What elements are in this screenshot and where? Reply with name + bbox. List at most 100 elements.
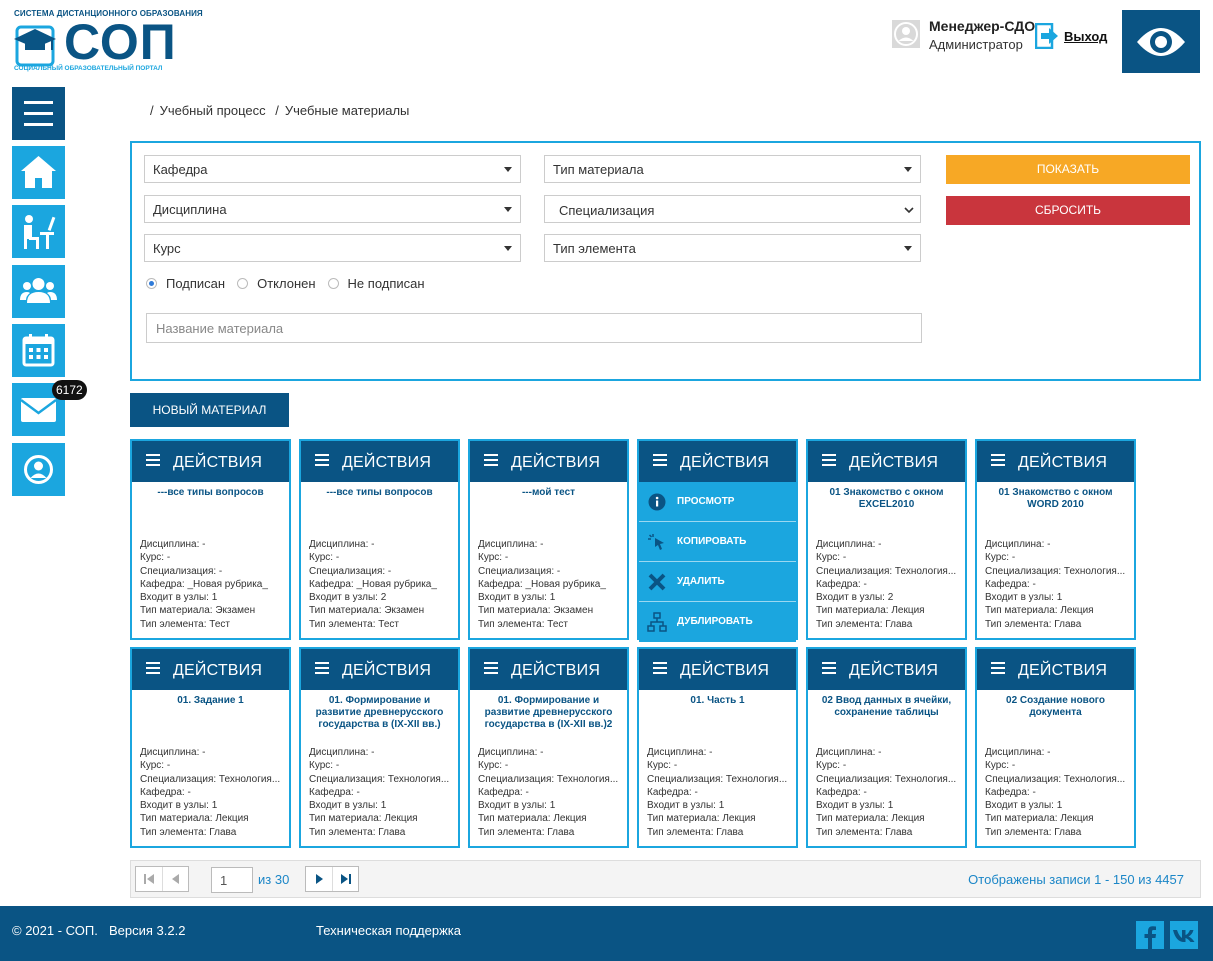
logo[interactable]: СИСТЕМА ДИСТАНЦИОННОГО ОБРАЗОВАНИЯ СОП С… [12,8,203,74]
vk-icon[interactable] [1170,921,1198,949]
card-info-line: Входит в узлы: 1 [478,592,556,604]
card-info-line: Специализация: - [140,565,223,577]
material-card[interactable]: ДЕЙСТВИЯ 01. Формирование и развитие древ… [468,647,629,848]
discipline-select[interactable]: Дисциплина [144,195,521,223]
card-title[interactable]: 02 Ввод данных в ячейки, сохранение табл… [808,690,965,745]
material-card[interactable]: ДЕЙСТВИЯ ПРОСМОТР КОПИРОВАТЬ УДАЛИТЬ ДУБЛИРО… [637,439,798,642]
material-card[interactable]: ДЕЙСТВИЯ ---мой тест Дисциплина: - Курс: -С… [468,439,629,640]
exit-icon[interactable] [1035,23,1059,49]
card-info-line: Дисциплина: - [478,747,544,758]
material-card[interactable]: ДЕЙСТВИЯ 01. Часть 1 Дисциплина: - Курс: -С… [637,647,798,848]
card-info: Дисциплина: - Курс: - Специализация: Техно… [478,746,621,839]
card-info-line: Входит в узлы: 2 [309,592,387,604]
material-card[interactable]: ДЕЙСТВИЯ 01. Формирование и развитие древ… [299,647,460,848]
sidebar-item-learning[interactable] [12,205,65,258]
last-page-button[interactable] [332,867,358,891]
radio-rejected[interactable] [237,278,249,289]
sidebar-item-calendar[interactable] [12,324,65,377]
prev-page-icon [172,874,179,884]
card-info-line: Входит в узлы: 1 [478,800,556,812]
caret-down-icon [504,207,512,212]
card-info-line: Тип материала: Лекция [478,813,587,825]
material-card[interactable]: ДЕЙСТВИЯ 01. Задание 1 Дисциплина: - Курс: … [130,647,291,848]
reset-button[interactable]: СБРОСИТЬ [946,196,1190,225]
card-info-line: Специализация: Технология... [140,773,281,785]
avatar [892,20,920,48]
material-card[interactable]: ДЕЙСТВИЯ 02 Ввод данных в ячейки, сохране… [806,647,967,848]
card-title[interactable]: 01 Знакомство с окном WORD 2010 [977,482,1134,537]
first-page-button[interactable] [136,867,162,891]
card-info: Дисциплина: - Курс: - Специализация: Техно… [647,746,790,839]
card-actions-button[interactable]: ДЕЙСТВИЯ [470,441,627,482]
page-number-input[interactable]: 1 [211,867,253,893]
card-info-line: Тип элемента: Глава [478,826,575,838]
card-actions-button[interactable]: ДЕЙСТВИЯ [977,649,1134,690]
card-title[interactable]: 02 Создание нового документа [977,690,1134,745]
material-card[interactable]: ДЕЙСТВИЯ 01 Знакомство с окном EXCEL2010 Д… [806,439,967,640]
specialization-select[interactable]: Специализация [544,195,921,223]
card-info-line: Курс: - [816,760,847,772]
card-info-line: Дисциплина: - [985,747,1051,758]
new-material-button[interactable]: НОВЫЙ МАТЕРИАЛ [130,393,289,427]
hamburger-icon [315,662,329,674]
card-title[interactable]: ---все типы вопросов [301,482,458,537]
card-info-line: Кафедра: - [478,786,529,798]
status-radio-group: Подписан Отклонен Не подписан [146,276,437,291]
element-type-select[interactable]: Тип элемента [544,234,921,262]
card-info-line: Курс: - [309,552,340,564]
breadcrumb-item[interactable]: Учебный процесс [160,103,266,118]
filter-panel: Кафедра Тип материала Дисциплина Специал… [130,141,1201,381]
card-actions-button[interactable]: ДЕЙСТВИЯ [639,441,796,482]
material-card[interactable]: ДЕЙСТВИЯ 02 Создание нового документа Дисц… [975,647,1136,848]
card-title[interactable]: ---все типы вопросов [132,482,289,537]
card-title[interactable]: 01. Часть 1 [639,690,796,745]
card-actions-button[interactable]: ДЕЙСТВИЯ [132,649,289,690]
prev-page-button[interactable] [162,867,188,891]
card-title[interactable]: 01. Формирование и развитие древнерусско… [301,690,458,745]
eye-button[interactable] [1122,10,1200,73]
radio-signed[interactable] [146,278,157,289]
card-actions-button[interactable]: ДЕЙСТВИЯ [639,649,796,690]
card-actions-button[interactable]: ДЕЙСТВИЯ [301,649,458,690]
action-menu-item[interactable]: ДУБЛИРОВАТЬ [639,602,796,642]
card-actions-button[interactable]: ДЕЙСТВИЯ [977,441,1134,482]
support-link[interactable]: Техническая поддержка [316,923,461,938]
action-menu-item[interactable]: ПРОСМОТР [639,482,796,522]
course-select[interactable]: Курс [144,234,521,262]
card-info-line: Входит в узлы: 1 [985,800,1063,812]
sidebar-item-users[interactable] [12,265,65,318]
card-info-line: Тип материала: Лекция [140,813,249,825]
card-title[interactable]: 01. Формирование и развитие древнерусско… [470,690,627,745]
breadcrumb: / Учебный процесс / Учебные материалы [150,103,410,118]
card-title[interactable]: 01. Задание 1 [132,690,289,745]
material-card[interactable]: ДЕЙСТВИЯ ---все типы вопросов Дисциплина: … [130,439,291,640]
action-menu-item[interactable]: КОПИРОВАТЬ [639,522,796,562]
sidebar-menu-button[interactable] [12,87,65,140]
card-actions-button[interactable]: ДЕЙСТВИЯ [301,441,458,482]
card-info-line: Специализация: Технология... [478,773,619,785]
card-title[interactable]: ---мой тест [470,482,627,537]
card-info-line: Дисциплина: - [478,539,544,550]
card-title[interactable]: 01 Знакомство с окном EXCEL2010 [808,482,965,537]
next-page-button[interactable] [306,867,332,891]
first-page-icon [144,874,154,884]
delete-icon [647,572,667,595]
material-type-select[interactable]: Тип материала [544,155,921,183]
department-select[interactable]: Кафедра [144,155,521,183]
card-actions-button[interactable]: ДЕЙСТВИЯ [808,649,965,690]
radio-unsigned[interactable] [327,278,339,289]
material-name-input[interactable]: Название материала [146,313,922,343]
sidebar-item-home[interactable] [12,146,65,199]
show-button[interactable]: ПОКАЗАТЬ [946,155,1190,184]
exit-link[interactable]: Выход [1064,29,1107,44]
action-menu-item[interactable]: УДАЛИТЬ [639,562,796,602]
facebook-icon[interactable] [1136,921,1164,949]
card-actions-button[interactable]: ДЕЙСТВИЯ [132,441,289,482]
card-actions-button[interactable]: ДЕЙСТВИЯ [470,649,627,690]
card-actions-button[interactable]: ДЕЙСТВИЯ [808,441,965,482]
sidebar-item-profile[interactable] [12,443,65,496]
card-info-line: Тип материала: Экзамен [140,605,256,617]
card-info-line: Специализация: Технология... [647,773,788,785]
material-card[interactable]: ДЕЙСТВИЯ ---все типы вопросов Дисциплина: … [299,439,460,640]
material-card[interactable]: ДЕЙСТВИЯ 01 Знакомство с окном WORD 2010 Д… [975,439,1136,640]
